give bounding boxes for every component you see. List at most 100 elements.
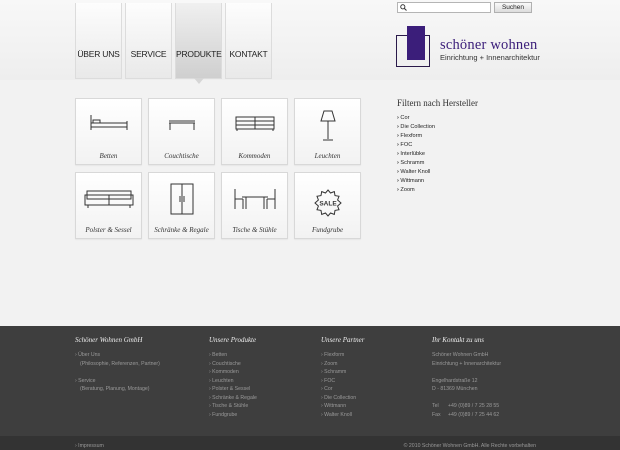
filter-item[interactable]: Die Collection: [397, 123, 478, 132]
footer-link-ueber-uns[interactable]: Über Uns: [75, 351, 185, 360]
category-polster-sessel[interactable]: Polster & Sessel: [75, 172, 142, 239]
logo-subtitle: Einrichtung + Innenarchitektur: [440, 53, 540, 62]
category-fundgrube[interactable]: SALE Fundgrube: [294, 172, 361, 239]
search-button[interactable]: Suchen: [494, 2, 532, 13]
footer: Schöner Wohnen GmbH Über Uns (Philosophi…: [0, 326, 620, 450]
search-input[interactable]: [410, 10, 490, 19]
filter-item[interactable]: FOC: [397, 141, 478, 150]
category-tische-stuehle[interactable]: Tische & Stühle: [221, 172, 288, 239]
copyright: © 2010 Schöner Wohnen GmbH. Alle Rechte …: [403, 443, 536, 449]
bed-icon: [90, 115, 127, 130]
tab-produkte[interactable]: PRODUKTE: [175, 3, 222, 84]
filter-item[interactable]: Interlübke: [397, 150, 478, 159]
footer-partner-link[interactable]: Wittmann: [321, 402, 431, 411]
category-label: Schränke & Regale: [154, 226, 209, 234]
tab-service[interactable]: SERVICE: [125, 3, 172, 79]
search-box: [397, 2, 491, 19]
category-leuchten[interactable]: Leuchten: [294, 98, 361, 165]
filter-item[interactable]: Zoom: [397, 186, 478, 195]
footer-contact-title: Ihr Kontakt zu uns: [432, 336, 484, 344]
dresser-icon: [235, 116, 274, 131]
sale-icon: SALE: [313, 189, 342, 217]
sale-badge: SALE: [319, 201, 337, 208]
filter-title: Filtern nach Hersteller: [397, 98, 478, 108]
manufacturer-filter: Filtern nach Hersteller Cor Die Collecti…: [397, 98, 478, 195]
filter-list: Cor Die Collection Flexform FOC Interlüb…: [397, 114, 478, 195]
contact-tagline: Einrichtung + Innenarchitektur: [432, 360, 502, 367]
footer-spacer: [432, 368, 582, 377]
logo[interactable]: schöner wohnen Einrichtung + Innenarchit…: [396, 26, 546, 70]
footer-partner-link[interactable]: Flexform: [321, 351, 431, 360]
logo-bar: [407, 26, 425, 60]
fax-number: +49 (0)89 / 7 25 44 62: [448, 411, 500, 418]
tab-label: PRODUKTE: [176, 49, 222, 59]
category-label: Kommoden: [238, 152, 271, 160]
footer-partners-title: Unsere Partner: [321, 336, 365, 344]
category-label: Polster & Sessel: [85, 226, 132, 234]
contact-company: Schöner Wohnen GmbH: [432, 352, 489, 358]
footer-product-link[interactable]: Fundgrube: [209, 411, 319, 420]
footer-partner-link[interactable]: Cor: [321, 385, 431, 394]
footer-products: Unsere Produkte Betten Couchtische Kommo…: [209, 336, 319, 419]
category-label: Leuchten: [314, 152, 341, 160]
contact-tel: Tel +49 (0)89 / 7 25 28 55: [432, 402, 582, 411]
category-label: Tische & Stühle: [232, 226, 277, 234]
footer-product-link[interactable]: Tische & Stühle: [209, 402, 319, 411]
header: ÜBER UNS SERVICE PRODUKTE KONTAKT Suchen…: [0, 0, 620, 84]
contact-street: Engelhardstraße 12: [432, 377, 478, 384]
footer-partner-link[interactable]: Zoom: [321, 360, 431, 369]
lamp-icon: [319, 110, 336, 141]
tel-number: +49 (0)89 / 7 25 28 55: [448, 403, 500, 409]
category-schraenke-regale[interactable]: Schränke & Regale: [148, 172, 215, 239]
footer-text: (Beratung, Planung, Montage): [80, 386, 150, 392]
tab-label: ÜBER UNS: [77, 49, 120, 59]
wardrobe-icon: [170, 183, 193, 215]
footer-product-link[interactable]: Kommoden: [209, 368, 319, 377]
footer-product-link[interactable]: Leuchten: [209, 377, 319, 386]
footer-product-link[interactable]: Couchtische: [209, 360, 319, 369]
tab-label: KONTAKT: [229, 49, 268, 59]
footer-partners: Unsere Partner Flexform Zoom Schramm FOC…: [321, 336, 431, 419]
tel-label: Tel: [432, 403, 439, 409]
impressum-link[interactable]: Impressum: [75, 443, 104, 449]
footer-products-title: Unsere Produkte: [209, 336, 257, 344]
footer-partner-link[interactable]: Die Collection: [321, 394, 431, 403]
main-nav: ÜBER UNS SERVICE PRODUKTE KONTAKT: [75, 3, 272, 84]
footer-product-link[interactable]: Polster & Sessel: [209, 385, 319, 394]
filter-item[interactable]: Walter Knoll: [397, 168, 478, 177]
contact-city: D - 81369 München: [432, 386, 478, 392]
footer-product-link[interactable]: Betten: [209, 351, 319, 360]
footer-partner-link[interactable]: Schramm: [321, 368, 431, 377]
category-label: Fundgrube: [311, 226, 344, 234]
category-betten[interactable]: Betten: [75, 98, 142, 165]
footer-text: (Philosophie, Referenzen, Partner): [80, 360, 160, 367]
category-label: Couchtische: [164, 152, 199, 160]
logo-title: schöner wohnen: [440, 37, 538, 53]
tab-kontakt[interactable]: KONTAKT: [225, 3, 272, 79]
tab-label: SERVICE: [130, 49, 167, 59]
contact-fax: Fax +49 (0)89 / 7 25 44 62: [432, 411, 582, 420]
fax-label: Fax: [432, 411, 441, 418]
footer-contact: Ihr Kontakt zu uns Schöner Wohnen GmbH E…: [432, 336, 582, 419]
search-icon: [400, 4, 407, 11]
footer-partner-link[interactable]: Walter Knoll: [321, 411, 431, 420]
footer-company-title: Schöner Wohnen GmbH: [75, 336, 143, 344]
search-bar: Suchen: [397, 2, 532, 19]
category-couchtische[interactable]: Couchtische: [148, 98, 215, 165]
category-kommoden[interactable]: Kommoden: [221, 98, 288, 165]
category-label: Betten: [99, 152, 118, 160]
table-chairs-icon: [234, 189, 275, 209]
footer-link-service[interactable]: Service: [75, 377, 185, 386]
footer-product-link[interactable]: Schränke & Regale: [209, 394, 319, 403]
footer-company: Schöner Wohnen GmbH Über Uns (Philosophi…: [75, 336, 185, 394]
category-grid: Betten Couchtische Kommoden Leuchten Pol…: [75, 98, 361, 239]
filter-item[interactable]: Schramm: [397, 159, 478, 168]
filter-item[interactable]: Cor: [397, 114, 478, 123]
sofa-icon: [84, 190, 133, 208]
footer-spacer: [75, 368, 185, 377]
filter-item[interactable]: Wittmann: [397, 177, 478, 186]
footer-spacer: [432, 394, 582, 403]
footer-partner-link[interactable]: FOC: [321, 377, 431, 386]
filter-item[interactable]: Flexform: [397, 132, 478, 141]
tab-ueber-uns[interactable]: ÜBER UNS: [75, 3, 122, 79]
